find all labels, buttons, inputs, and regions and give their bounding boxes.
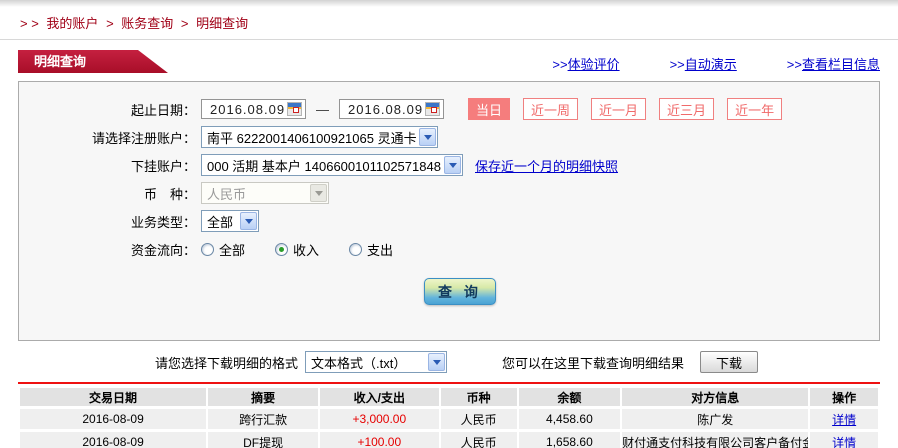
col-date: 交易日期 — [20, 388, 207, 406]
section-header: 明细查询 >>体验评价 >>自动演示 >>查看栏目信息 — [0, 48, 898, 81]
fund-flow-all-option[interactable]: 全部 — [201, 240, 245, 259]
detail-link[interactable]: 详情 — [832, 436, 856, 448]
sub-account-value: 000 活期 基本户 1406600101102571848 — [207, 158, 441, 174]
column-info-link[interactable]: >>查看栏目信息 — [787, 54, 880, 73]
cell-date: 2016-08-09 — [20, 432, 207, 448]
today-button[interactable]: 当日 — [468, 98, 511, 120]
end-date-input[interactable]: 2016.08.09 — [339, 99, 444, 119]
download-button[interactable]: 下载 — [700, 351, 759, 373]
cell-date: 2016-08-09 — [20, 409, 207, 429]
calendar-icon[interactable] — [287, 102, 302, 116]
end-date-value: 2016.08.09 — [348, 101, 424, 117]
detail-link[interactable]: 详情 — [832, 413, 856, 427]
calendar-icon[interactable] — [425, 102, 440, 116]
download-format-select[interactable]: 文本格式（.txt） — [305, 351, 448, 373]
query-button[interactable]: 查 询 — [424, 278, 496, 305]
business-type-value: 全部 — [207, 214, 234, 230]
registered-account-value: 南平 6222001406100921065 灵通卡 — [207, 130, 417, 146]
query-form-panel: 起止日期： 2016.08.09 — 2016.08.09 当日 近一周 近一月… — [18, 81, 880, 341]
fund-flow-income-option[interactable]: 收入 — [275, 240, 319, 259]
download-format-value: 文本格式（.txt） — [311, 355, 407, 371]
col-currency: 币种 — [440, 388, 517, 406]
col-amount: 收入/支出 — [320, 388, 439, 406]
chevron-down-icon — [428, 353, 446, 371]
radio-icon[interactable] — [201, 242, 214, 256]
top-gradient-strip — [0, 0, 898, 7]
last-year-button[interactable]: 近一年 — [727, 98, 783, 120]
chevron-down-icon — [310, 184, 327, 202]
start-date-value: 2016.08.09 — [210, 101, 286, 117]
cell-currency: 人民币 — [440, 432, 517, 448]
registered-account-select[interactable]: 南平 6222001406100921065 灵通卡 — [201, 126, 438, 148]
business-type-row: 业务类型： 全部 — [19, 210, 879, 232]
cell-counterparty: 陈广发 — [622, 409, 809, 429]
breadcrumb: > > 我的账户 > 账务查询 > 明细查询 — [0, 7, 898, 32]
radio-icon[interactable] — [349, 242, 363, 256]
fund-flow-all-label: 全部 — [219, 242, 246, 258]
breadcrumb-separator: > — [106, 16, 114, 31]
table-top-divider — [18, 382, 880, 384]
breadcrumb-item-account-query[interactable]: 账务查询 — [121, 16, 173, 31]
last-week-button[interactable]: 近一周 — [523, 98, 579, 120]
cell-counterparty: 财付通支付科技有限公司客户备付金 — [622, 432, 809, 448]
download-hint: 您可以在这里下载查询明细结果 — [502, 355, 685, 371]
transaction-table: 交易日期 摘要 收入/支出 币种 余额 对方信息 操作 2016-08-09 跨… — [18, 385, 880, 448]
col-action: 操作 — [810, 388, 878, 406]
currency-value: 人民币 — [207, 186, 247, 202]
cell-summary: DF提现 — [208, 432, 319, 448]
save-snapshot-link[interactable]: 保存近一个月的明细快照 — [475, 156, 618, 175]
col-balance: 余额 — [518, 388, 621, 406]
download-row: 请您选择下载明细的格式 文本格式（.txt） 您可以在这里下载查询明细结果 下载 — [155, 350, 898, 374]
quick-range-buttons: 当日 近一周 近一月 近三月 近一年 — [468, 98, 783, 120]
chevron-down-icon — [419, 128, 436, 146]
experience-rating-link[interactable]: >>体验评价 — [552, 54, 619, 73]
chevron-down-icon — [240, 212, 257, 230]
cell-amount: +100.00 — [320, 432, 439, 448]
cell-summary: 跨行汇款 — [208, 409, 319, 429]
registered-account-row: 请选择注册账户： 南平 6222001406100921065 灵通卡 — [19, 126, 879, 148]
table-row: 2016-08-09 跨行汇款 +3,000.00 人民币 4,458.60 陈… — [20, 409, 878, 429]
cell-amount: +3,000.00 — [320, 409, 439, 429]
registered-account-label: 请选择注册账户： — [91, 130, 196, 146]
col-counterparty: 对方信息 — [622, 388, 809, 406]
table-row: 2016-08-09 DF提现 +100.00 人民币 1,658.60 财付通… — [20, 432, 878, 448]
last-three-months-button[interactable]: 近三月 — [659, 98, 715, 120]
fund-flow-expense-label: 支出 — [367, 242, 394, 258]
sub-account-row: 下挂账户： 000 活期 基本户 1406600101102571848 保存近… — [19, 154, 879, 176]
business-type-label: 业务类型： — [130, 214, 196, 230]
fund-flow-options: 全部 收入 支出 — [201, 240, 423, 259]
date-range-dash: — — [316, 101, 329, 117]
header-links: >>体验评价 >>自动演示 >>查看栏目信息 — [552, 54, 880, 73]
sub-account-select[interactable]: 000 活期 基本户 1406600101102571848 — [201, 154, 463, 176]
date-range-label: 起止日期： — [130, 102, 196, 118]
page-title-tab: 明细查询 — [18, 50, 168, 73]
currency-select: 人民币 — [201, 182, 329, 204]
fund-flow-row: 资金流向： 全部 收入 支出 — [19, 238, 879, 260]
cell-currency: 人民币 — [440, 409, 517, 429]
start-date-input[interactable]: 2016.08.09 — [201, 99, 306, 119]
cell-balance: 1,658.60 — [518, 432, 621, 448]
fund-flow-expense-option[interactable]: 支出 — [349, 240, 393, 259]
breadcrumb-item-my-account[interactable]: 我的账户 — [46, 16, 98, 31]
col-summary: 摘要 — [208, 388, 319, 406]
breadcrumb-item-detail-query: 明细查询 — [196, 16, 249, 31]
auto-demo-link[interactable]: >>自动演示 — [670, 54, 737, 73]
currency-row: 币 种： 人民币 — [19, 182, 879, 204]
breadcrumb-prefix: > > — [20, 16, 39, 31]
fund-flow-income-label: 收入 — [293, 242, 320, 258]
date-range-row: 起止日期： 2016.08.09 — 2016.08.09 当日 近一周 近一月… — [19, 98, 879, 120]
radio-checked-icon[interactable] — [275, 242, 289, 256]
table-header-row: 交易日期 摘要 收入/支出 币种 余额 对方信息 操作 — [20, 388, 878, 406]
sub-account-label: 下挂账户： — [130, 158, 196, 174]
cell-balance: 4,458.60 — [518, 409, 621, 429]
last-month-button[interactable]: 近一月 — [591, 98, 647, 120]
business-type-select[interactable]: 全部 — [201, 210, 259, 232]
breadcrumb-separator: > — [180, 16, 189, 31]
currency-label: 币 种： — [143, 186, 196, 202]
chevron-down-icon — [444, 156, 461, 174]
divider — [0, 39, 898, 40]
download-format-label: 请您选择下载明细的格式 — [155, 355, 299, 371]
fund-flow-label: 资金流向： — [130, 242, 196, 258]
